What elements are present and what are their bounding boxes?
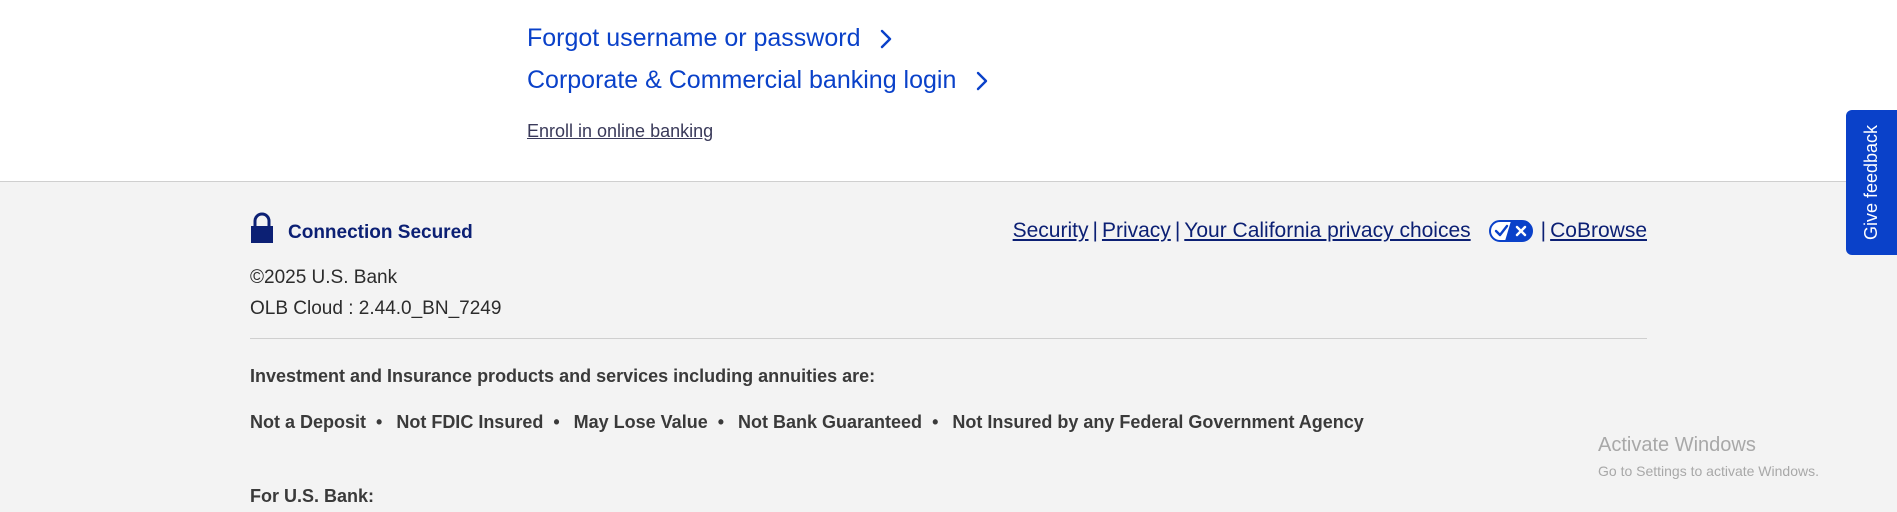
- disclosure-item: Not Insured by any Federal Government Ag…: [952, 412, 1364, 432]
- cobrowse-link[interactable]: CoBrowse: [1550, 219, 1647, 243]
- page-footer: Connection Secured ©2025 U.S. Bank OLB C…: [0, 181, 1897, 512]
- watermark-subtitle: Go to Settings to activate Windows.: [1598, 463, 1819, 479]
- copyright-text: ©2025 U.S. Bank: [250, 267, 398, 288]
- disclosure-item: Not Bank Guaranteed: [738, 412, 923, 432]
- corporate-login-link[interactable]: Corporate & Commercial banking login: [527, 66, 990, 95]
- privacy-link[interactable]: Privacy: [1102, 219, 1171, 243]
- separator: |: [1540, 219, 1547, 242]
- investment-disclosures: Not a Deposit • Not FDIC Insured • May L…: [250, 412, 1374, 433]
- connection-status: Connection Secured: [250, 212, 473, 244]
- forgot-credentials-link[interactable]: Forgot username or password: [527, 24, 894, 53]
- login-help-section: Forgot username or password Corporate & …: [0, 0, 1897, 181]
- bullet: •: [553, 412, 560, 432]
- disclosure-item: May Lose Value: [573, 412, 708, 432]
- bullet: •: [717, 412, 725, 432]
- bullet: •: [932, 412, 939, 432]
- corporate-login-label: Corporate & Commercial banking login: [527, 66, 957, 94]
- bullet: •: [376, 412, 383, 432]
- give-feedback-label: Give feedback: [1861, 124, 1882, 241]
- legal-links: Security | Privacy | Your California pri…: [1013, 219, 1647, 243]
- disclosure-item: Not a Deposit: [250, 412, 367, 432]
- windows-activation-watermark: Activate Windows Go to Settings to activ…: [1598, 434, 1819, 479]
- lock-icon: [251, 212, 273, 243]
- watermark-title: Activate Windows: [1598, 434, 1756, 456]
- footer-divider: [250, 338, 1647, 339]
- connection-secured-label: Connection Secured: [288, 222, 473, 243]
- separator: |: [1092, 219, 1098, 242]
- give-feedback-button[interactable]: Give feedback: [1846, 110, 1897, 255]
- enroll-link[interactable]: Enroll in online banking: [527, 121, 713, 142]
- privacy-choices-icon[interactable]: [1488, 220, 1533, 242]
- build-version: OLB Cloud : 2.44.0_BN_7249: [250, 298, 502, 319]
- for-us-bank-heading: For U.S. Bank:: [250, 486, 375, 506]
- chevron-right-icon: [977, 71, 988, 90]
- california-privacy-link[interactable]: Your California privacy choices: [1184, 219, 1470, 243]
- chevron-right-icon: [881, 29, 892, 48]
- security-link[interactable]: Security: [1013, 219, 1089, 243]
- forgot-credentials-label: Forgot username or password: [527, 24, 861, 52]
- disclosure-item: Not FDIC Insured: [396, 412, 544, 432]
- investment-disclosure-heading: Investment and Insurance products and se…: [250, 366, 876, 386]
- separator: |: [1174, 219, 1181, 242]
